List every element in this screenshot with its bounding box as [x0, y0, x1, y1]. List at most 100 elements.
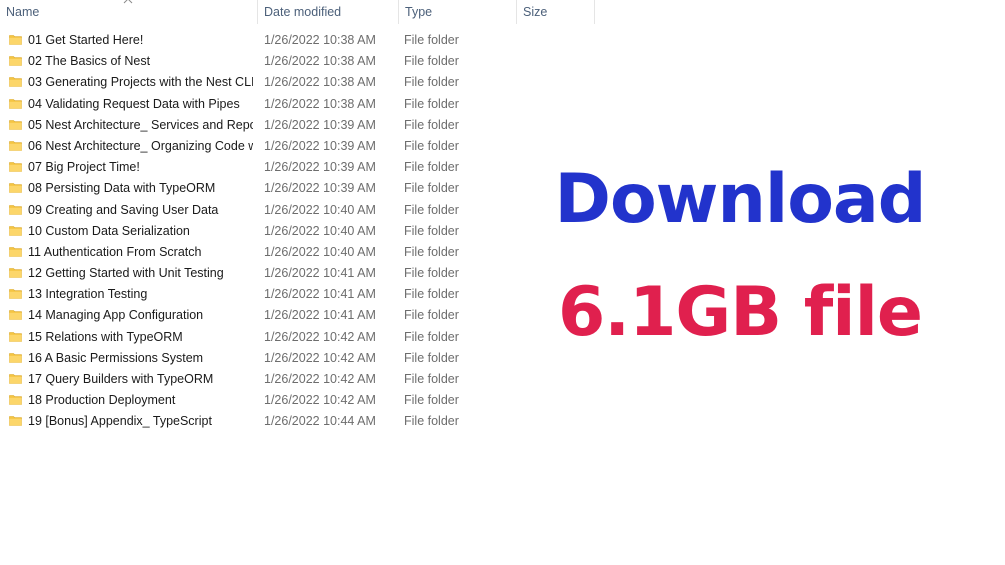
file-date-modified: 1/26/2022 10:38 AM — [264, 96, 376, 111]
file-type: File folder — [404, 287, 459, 302]
folder-icon — [9, 98, 22, 109]
file-name: 08 Persisting Data with TypeORM — [28, 181, 216, 196]
column-header-size[interactable]: Size — [517, 0, 595, 24]
folder-icon — [9, 119, 22, 130]
folder-icon — [9, 141, 22, 151]
promo-file-size: 6.1GB file — [557, 273, 923, 352]
file-name: 19 [Bonus] Appendix_ TypeScript — [28, 414, 212, 429]
file-date-modified: 1/26/2022 10:41 AM — [264, 287, 376, 302]
sort-ascending-icon — [123, 0, 133, 4]
file-type: File folder — [404, 33, 459, 47]
file-name: 11 Authentication From Scratch — [28, 244, 202, 259]
folder-icon — [9, 289, 22, 300]
file-type: File folder — [404, 266, 459, 281]
file-row[interactable]: 03 Generating Projects with the Nest CLI… — [0, 73, 600, 94]
file-type: File folder — [404, 244, 459, 259]
column-header-date-label: Date modified — [264, 5, 342, 19]
file-type: File folder — [404, 393, 459, 408]
file-name: 16 A Basic Permissions System — [28, 350, 204, 365]
file-name: 14 Managing App Configuration — [28, 308, 204, 323]
file-type: File folder — [404, 117, 459, 132]
file-name: 18 Production Deployment — [28, 393, 176, 408]
file-name: 02 The Basics of Nest — [28, 54, 151, 69]
file-row[interactable]: 02 The Basics of Nest 1/26/2022 10:38 AM F… — [0, 52, 600, 73]
file-name: 03 Generating Projects with the Nest CLI — [28, 75, 253, 90]
file-name: 13 Integration Testing — [28, 287, 148, 302]
file-date-modified: 1/26/2022 10:42 AM — [264, 350, 376, 365]
file-name: 12 Getting Started with Unit Testing — [28, 266, 224, 281]
file-type: File folder — [404, 181, 459, 196]
file-row[interactable]: 13 Integration Testing 1/26/2022 10:41 AM… — [0, 285, 600, 306]
file-date-modified: 1/26/2022 10:42 AM — [264, 372, 376, 386]
file-row[interactable]: 14 Managing App Configuration 1/26/2022 1… — [0, 306, 600, 327]
column-header-type[interactable]: Type — [399, 0, 517, 24]
file-type: File folder — [404, 350, 459, 365]
folder-icon — [9, 416, 22, 427]
file-row[interactable]: 19 [Bonus] Appendix_ TypeScript 1/26/2022… — [0, 412, 600, 433]
file-type: File folder — [404, 372, 459, 386]
file-row[interactable]: 10 Custom Data Serialization 1/26/2022 10… — [0, 222, 600, 243]
column-header-size-label: Size — [523, 5, 548, 19]
file-type: File folder — [404, 54, 459, 69]
folder-icon — [9, 374, 22, 384]
file-name: 09 Creating and Saving User Data — [28, 202, 219, 217]
file-type: File folder — [404, 96, 459, 111]
column-header-name-label: Name — [6, 5, 40, 19]
file-date-modified: 1/26/2022 10:42 AM — [264, 393, 376, 408]
file-date-modified: 1/26/2022 10:39 AM — [264, 181, 376, 196]
file-row[interactable]: 06 Nest Architecture_ Organizing Code w.… — [0, 137, 600, 158]
folder-icon — [9, 35, 22, 45]
file-type: File folder — [404, 308, 459, 323]
folder-icon — [9, 204, 22, 215]
file-row[interactable]: 07 Big Project Time! 1/26/2022 10:39 AM Fi… — [0, 158, 600, 179]
promo-banner: Download 6.1GB file — [540, 150, 940, 358]
file-row[interactable]: 08 Persisting Data with TypeORM 1/26/2022… — [0, 179, 600, 200]
folder-icon — [9, 162, 22, 172]
folder-icon — [9, 268, 22, 278]
file-row[interactable]: 18 Production Deployment 1/26/2022 10:42 … — [0, 391, 600, 412]
folder-icon — [9, 395, 22, 405]
file-date-modified: 1/26/2022 10:39 AM — [264, 117, 376, 132]
file-date-modified: 1/26/2022 10:39 AM — [264, 138, 376, 153]
file-type: File folder — [404, 223, 459, 238]
file-date-modified: 1/26/2022 10:40 AM — [264, 202, 376, 217]
file-type: File folder — [404, 329, 459, 344]
file-date-modified: 1/26/2022 10:39 AM — [264, 160, 376, 175]
file-name: 15 Relations with TypeORM — [28, 329, 183, 344]
file-row[interactable]: 17 Query Builders with TypeORM 1/26/2022 … — [0, 370, 600, 391]
file-name: 05 Nest Architecture_ Services and Repos… — [28, 117, 253, 132]
file-name: 04 Validating Request Data with Pipes — [28, 96, 240, 111]
file-row[interactable]: 11 Authentication From Scratch 1/26/2022 … — [0, 243, 600, 264]
file-type: File folder — [404, 202, 459, 217]
file-row[interactable]: 01 Get Started Here! 1/26/2022 10:38 AM Fi… — [0, 31, 600, 52]
file-row[interactable]: 12 Getting Started with Unit Testing 1/26… — [0, 264, 600, 285]
file-type: File folder — [404, 414, 459, 429]
file-row[interactable]: 09 Creating and Saving User Data 1/26/202… — [0, 201, 600, 222]
file-date-modified: 1/26/2022 10:44 AM — [264, 414, 376, 429]
file-type: File folder — [404, 160, 459, 175]
column-header-date-modified[interactable]: Date modified — [258, 0, 399, 24]
file-type: File folder — [404, 138, 459, 153]
folder-icon — [9, 247, 22, 257]
file-row[interactable]: 05 Nest Architecture_ Services and Repos… — [0, 116, 600, 137]
file-row[interactable]: 15 Relations with TypeORM 1/26/2022 10:42… — [0, 328, 600, 349]
folder-icon — [9, 183, 22, 194]
file-date-modified: 1/26/2022 10:42 AM — [264, 329, 376, 344]
column-header-type-label: Type — [405, 5, 433, 19]
folder-icon — [9, 77, 22, 88]
column-header-bar: Name Date modified Type Size — [0, 0, 596, 26]
file-list: 01 Get Started Here! 1/26/2022 10:38 AM Fi… — [0, 31, 600, 434]
folder-icon — [9, 331, 22, 342]
file-name: 06 Nest Architecture_ Organizing Code w.… — [28, 138, 253, 153]
folder-icon — [9, 225, 22, 236]
file-date-modified: 1/26/2022 10:38 AM — [264, 54, 376, 69]
file-date-modified: 1/26/2022 10:41 AM — [264, 308, 376, 323]
folder-icon — [9, 310, 22, 321]
file-date-modified: 1/26/2022 10:38 AM — [264, 75, 376, 90]
file-row[interactable]: 16 A Basic Permissions System 1/26/2022 1… — [0, 349, 600, 370]
file-name: 10 Custom Data Serialization — [28, 223, 190, 238]
file-date-modified: 1/26/2022 10:40 AM — [264, 244, 376, 259]
file-date-modified: 1/26/2022 10:38 AM — [264, 33, 376, 47]
folder-icon — [9, 353, 22, 363]
file-row[interactable]: 04 Validating Request Data with Pipes 1/2… — [0, 95, 600, 116]
